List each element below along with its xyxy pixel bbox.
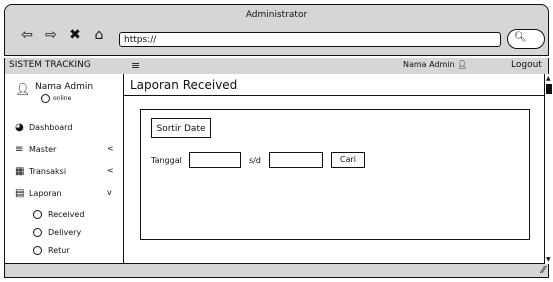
filter-panel: Sortir Date Tanggal s/d Cari (140, 109, 530, 240)
online-indicator-icon (41, 94, 50, 103)
end-date-input[interactable] (269, 152, 323, 168)
home-icon[interactable]: ⌂ (90, 27, 108, 43)
url-bar[interactable]: https:// (119, 32, 501, 47)
user-name: Nama Admin (35, 82, 94, 92)
scroll-down-icon[interactable]: ▼ (546, 256, 551, 263)
page-title: Laporan Received (130, 78, 238, 92)
scroll-up-icon[interactable]: ▲ (546, 75, 551, 82)
sortir-date-heading: Sortir Date (151, 118, 211, 138)
start-date-input[interactable] (189, 152, 241, 168)
header-admin[interactable]: Nama Admin 👤︎ (403, 60, 467, 69)
app-header: SISTEM TRACKING ≡ Nama Admin 👤︎ Logout (4, 58, 549, 74)
sidebar-subitem-label: Received (48, 210, 85, 219)
browser-titlebar: Administrator ⇦ ⇨ ✖ ⌂ https:// 🔍︎ (4, 4, 549, 56)
circle-icon (33, 246, 42, 255)
close-icon[interactable]: ✖ (66, 27, 84, 43)
logout-link[interactable]: Logout (511, 60, 542, 70)
user-status: online (41, 94, 71, 103)
status-bar: ⁄⁄ (4, 264, 549, 278)
title-divider (124, 95, 548, 96)
sidebar-subitem-delivery[interactable]: Delivery (33, 228, 81, 237)
vertical-scrollbar[interactable]: ▲ ▼ (544, 74, 553, 264)
tanggal-label: Tanggal (151, 156, 182, 165)
main-content: Laporan Received Sortir Date Tanggal s/d… (124, 74, 549, 264)
sidebar-item-master[interactable]: ≡ Master < (15, 144, 114, 155)
user-status-label: online (53, 95, 72, 102)
search-icon: 🔍︎ (514, 32, 527, 43)
chevron-down-icon: v (107, 188, 112, 197)
user-icon: 👤︎ (457, 60, 468, 69)
browser-nav: ⇦ ⇨ ✖ ⌂ (18, 27, 108, 43)
sd-label: s/d (249, 156, 261, 165)
window-title: Administrator (245, 10, 308, 20)
browser-window: Administrator ⇦ ⇨ ✖ ⌂ https:// 🔍︎ SISTEM… (0, 0, 553, 282)
hamburger-menu-icon[interactable]: ≡ (131, 59, 140, 72)
avatar: 👤︎ (15, 82, 31, 96)
sidebar-item-label: Master (29, 145, 57, 154)
chevron-left-icon: < (107, 166, 114, 175)
sidebar-item-transaksi[interactable]: ▦ Transaksi < (15, 166, 114, 177)
forward-arrow-icon[interactable]: ⇨ (42, 27, 60, 43)
sidebar-subitem-retur[interactable]: Retur (33, 246, 70, 255)
circle-icon (33, 210, 42, 219)
header-admin-name: Nama Admin (403, 60, 455, 69)
sidebar-item-laporan[interactable]: ▤ Laporan v (15, 188, 112, 199)
sidebar-item-dashboard[interactable]: ◕ Dashboard (15, 122, 72, 133)
sidebar-item-label: Dashboard (29, 123, 73, 132)
back-arrow-icon[interactable]: ⇦ (18, 27, 36, 43)
chevron-left-icon: < (107, 144, 114, 153)
sidebar-item-label: Laporan (29, 189, 62, 198)
table-icon: ▦ (15, 166, 25, 177)
scrollbar-thumb[interactable] (546, 84, 552, 94)
cari-button[interactable]: Cari (331, 152, 365, 168)
resize-grip-icon[interactable]: ⁄⁄ (542, 265, 545, 276)
sidebar-item-label: Transaksi (29, 167, 67, 176)
sidebar: 👤︎ Nama Admin online ◕ Dashboard ≡ Master … (4, 74, 124, 264)
sidebar-subitem-label: Retur (48, 246, 70, 255)
sidebar-subitem-received[interactable]: Received (33, 210, 84, 219)
sidebar-subitem-label: Delivery (48, 228, 82, 237)
circle-icon (33, 228, 42, 237)
brand-title: SISTEM TRACKING (9, 60, 91, 70)
menu-icon: ≡ (15, 144, 24, 155)
dashboard-icon: ◕ (15, 122, 24, 133)
browser-search-button[interactable]: 🔍︎ (507, 29, 545, 49)
calendar-icon: ▤ (15, 188, 25, 199)
